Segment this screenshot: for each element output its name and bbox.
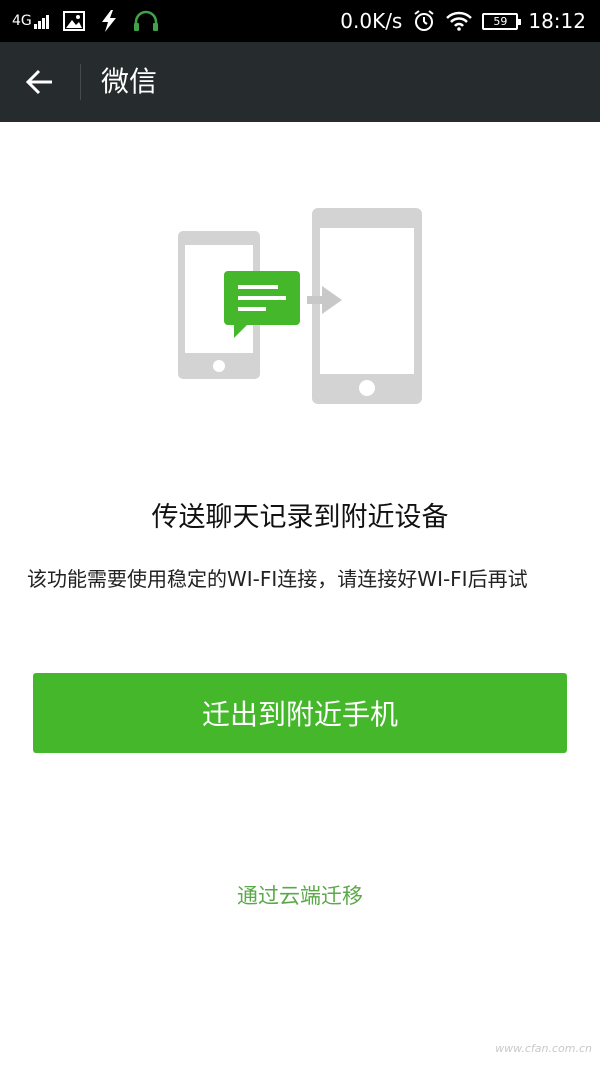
alarm-icon bbox=[414, 10, 434, 31]
net-speed: 0.0K/s bbox=[340, 9, 403, 33]
description: 该功能需要使用稳定的WI-FI连接，请连接好WI-FI后再试 bbox=[27, 567, 528, 591]
status-right-icons: 0.0K/s 59 18:12 bbox=[340, 0, 586, 42]
nav-bar: 微信 bbox=[0, 42, 600, 122]
back-button[interactable] bbox=[20, 62, 60, 102]
wifi-icon bbox=[446, 11, 473, 31]
watermark: www.cfan.com.cn bbox=[495, 1042, 592, 1055]
network-type: 4G bbox=[12, 13, 32, 29]
image-icon bbox=[62, 11, 85, 31]
transfer-phones-illustration bbox=[178, 208, 422, 404]
chat-bubble-icon bbox=[224, 271, 300, 338]
page-title: 微信 bbox=[101, 65, 158, 98]
battery-level: 59 bbox=[493, 14, 508, 28]
back-arrow-icon bbox=[25, 69, 52, 95]
status-left-icons: 4G bbox=[12, 0, 159, 42]
signal-icon: 4G bbox=[12, 13, 49, 29]
battery-icon: 59 bbox=[482, 12, 522, 30]
status-bar: 4G 0.0K/s 59 18:12 bbox=[0, 0, 600, 42]
headline: 传送聊天记录到附近设备 bbox=[151, 502, 449, 533]
migrate-nearby-button[interactable]: 迁出到附近手机 bbox=[33, 673, 567, 753]
flash-icon bbox=[101, 10, 116, 32]
nav-divider bbox=[80, 64, 81, 100]
headset-icon bbox=[133, 10, 158, 31]
cloud-migrate-link[interactable]: 通过云端迁移 bbox=[0, 880, 600, 910]
clock: 18:12 bbox=[528, 9, 586, 33]
